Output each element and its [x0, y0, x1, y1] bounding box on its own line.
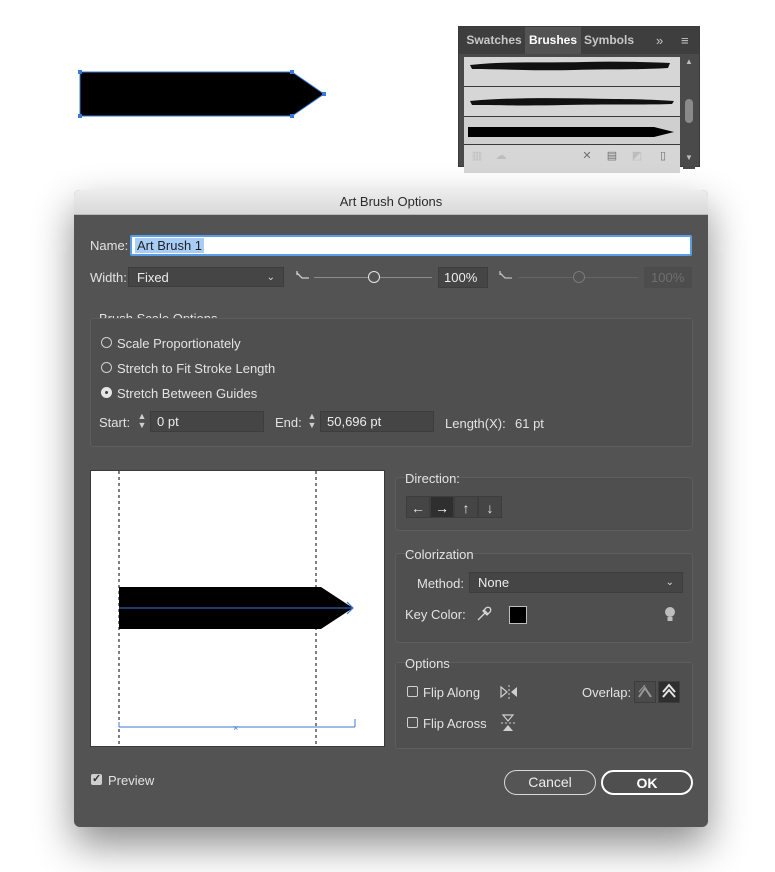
- radio-stretch-between-guides[interactable]: [101, 387, 112, 398]
- width-min-icon: [296, 271, 309, 279]
- width-select-value: Fixed: [137, 270, 169, 285]
- width-select[interactable]: Fixed ⌄: [128, 267, 284, 287]
- brush-item-rough-2[interactable]: [464, 87, 680, 117]
- width-label: Width:: [90, 270, 127, 285]
- overlap-no-adjust-button[interactable]: [658, 681, 680, 703]
- scroll-up-icon[interactable]: ▲: [684, 57, 694, 67]
- direction-right-button[interactable]: →: [430, 496, 454, 518]
- scroll-thumb[interactable]: [685, 99, 693, 123]
- ok-button[interactable]: OK: [601, 770, 693, 795]
- direction-heading: Direction:: [405, 471, 460, 486]
- name-input[interactable]: Art Brush 1: [130, 235, 692, 256]
- new-brush-icon[interactable]: ◩: [629, 149, 645, 163]
- flip-along-label: Flip Along: [423, 685, 481, 700]
- flip-across-checkbox[interactable]: [407, 717, 418, 728]
- flip-along-checkbox[interactable]: [407, 686, 418, 697]
- overlap-adjust-corners-button[interactable]: [634, 681, 656, 703]
- overlap-label: Overlap:: [582, 685, 632, 700]
- key-color-swatch[interactable]: [509, 606, 527, 624]
- start-label: Start:: [99, 415, 131, 430]
- variation-percent-field[interactable]: 100%: [644, 267, 692, 288]
- stretch-between-guides-label: Stretch Between Guides: [117, 386, 258, 401]
- name-label: Name:: [90, 238, 129, 253]
- delete-brush-icon[interactable]: ▯: [655, 149, 671, 163]
- rough-brush-stroke-icon: [470, 61, 670, 71]
- radio-stretch-to-fit[interactable]: [101, 362, 112, 373]
- libraries-panel-icon[interactable]: ☁: [493, 149, 509, 163]
- panel-overflow-icon[interactable]: »: [656, 27, 663, 54]
- end-stepper-icon[interactable]: ▲ ▼: [305, 412, 319, 432]
- width-slider-knob[interactable]: [368, 271, 380, 283]
- options-group: [395, 662, 693, 749]
- options-of-selected-object-icon[interactable]: ▤: [604, 149, 620, 163]
- variation-min-icon: [499, 271, 512, 279]
- stretch-to-fit-label: Stretch to Fit Stroke Length: [117, 361, 276, 376]
- key-color-label: Key Color:: [405, 607, 466, 622]
- eyedropper-icon[interactable]: [475, 605, 493, 623]
- direction-left-button[interactable]: ←: [406, 496, 430, 518]
- radio-scale-proportionately[interactable]: [101, 337, 112, 348]
- brush-item-art-brush-1[interactable]: [464, 117, 680, 145]
- brushes-panel: Swatches Brushes Symbols » ≡ ▲ ▼ ▥ ☁ ✕ ▤…: [458, 26, 700, 173]
- variation-slider-knob[interactable]: [573, 271, 585, 283]
- start-field[interactable]: 0 pt: [150, 411, 264, 432]
- method-select[interactable]: None ⌄: [469, 572, 683, 593]
- art-brush-options-dialog: Art Brush Options Name: Art Brush 1 Widt…: [74, 190, 708, 827]
- preview-checkbox[interactable]: [91, 772, 102, 785]
- end-label: End:: [275, 415, 302, 430]
- chevron-down-icon: ⌄: [266, 272, 275, 283]
- brushes-panel-footer: ▥ ☁ ✕ ▤ ◩ ▯: [459, 147, 699, 167]
- preview-label: Preview: [108, 773, 155, 788]
- lightbulb-tips-icon[interactable]: [663, 606, 677, 624]
- panel-menu-icon[interactable]: ≡: [681, 27, 689, 54]
- start-stepper-icon[interactable]: ▲ ▼: [135, 412, 149, 432]
- dialog-title: Art Brush Options: [74, 190, 708, 215]
- flip-across-label: Flip Across: [423, 716, 487, 731]
- flip-across-icon: [501, 714, 515, 731]
- direction-down-button[interactable]: ↓: [478, 496, 502, 518]
- name-input-text: Art Brush 1: [135, 238, 205, 253]
- panel-tab-bar: Swatches Brushes Symbols » ≡: [459, 27, 699, 54]
- tab-swatches[interactable]: Swatches: [463, 27, 525, 54]
- colorization-group: [395, 553, 693, 643]
- end-field[interactable]: 50,696 pt: [320, 411, 434, 432]
- tab-brushes[interactable]: Brushes: [525, 27, 581, 54]
- cancel-button[interactable]: Cancel: [504, 770, 596, 795]
- artboard-arrow-shape[interactable]: [70, 60, 340, 130]
- method-label: Method:: [417, 576, 464, 591]
- brush-item-rough-1[interactable]: [464, 57, 680, 87]
- method-select-value: None: [478, 575, 510, 590]
- width-percent-field[interactable]: 100%: [438, 267, 488, 288]
- chevron-down-icon: ⌄: [665, 577, 674, 588]
- flip-along-icon: [500, 685, 517, 699]
- overlap-no-adjust-icon: [662, 683, 676, 698]
- brush-preview-canvas[interactable]: ×: [90, 470, 385, 747]
- colorization-heading: Colorization: [405, 547, 474, 562]
- direction-up-button[interactable]: ↑: [454, 496, 478, 518]
- arrow-brush-stroke-icon: [468, 127, 674, 137]
- length-value: 61 pt: [515, 416, 544, 431]
- tab-symbols[interactable]: Symbols: [581, 27, 637, 54]
- options-heading: Options: [405, 656, 450, 671]
- brush-preview-art: ×: [118, 471, 356, 746]
- overlap-corners-icon: [638, 684, 652, 698]
- scale-proportionately-label: Scale Proportionately: [117, 336, 241, 351]
- brush-libraries-icon[interactable]: ▥: [469, 149, 485, 163]
- length-label: Length(X):: [445, 416, 506, 431]
- charcoal-brush-stroke-icon: [470, 98, 674, 106]
- remove-brush-stroke-icon[interactable]: ✕: [579, 149, 595, 163]
- svg-text:×: ×: [233, 723, 238, 733]
